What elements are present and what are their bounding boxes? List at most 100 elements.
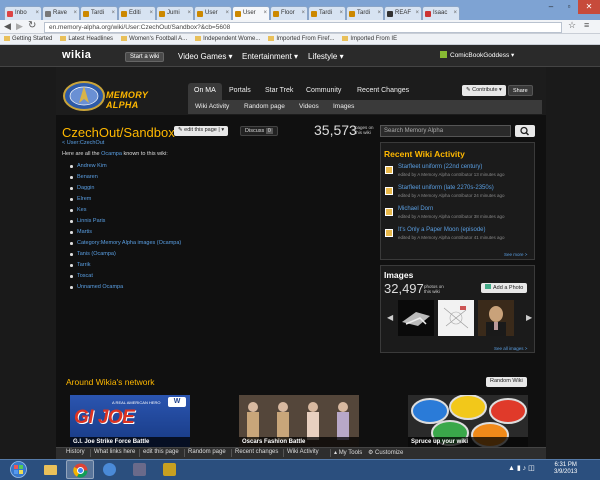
subnav-random-page[interactable]: Random page — [244, 103, 285, 110]
promo-oscars[interactable]: Oscars Fashion Battle — [239, 395, 359, 447]
browser-tab[interactable]: Tardi × — [308, 6, 346, 20]
reload-icon[interactable]: ↻ — [28, 20, 36, 31]
browser-tab[interactable]: Floor × — [270, 6, 308, 20]
back-icon[interactable]: ◀ — [4, 21, 11, 32]
toolbar-item[interactable]: edit this page — [143, 449, 179, 455]
image-thumbnail[interactable] — [438, 300, 474, 336]
browser-tab[interactable]: Isaac × — [422, 6, 460, 20]
tab-star-trek[interactable]: Star Trek — [265, 87, 293, 94]
browser-tab[interactable]: Inbo × — [4, 6, 42, 20]
memory-alpha-logo[interactable]: MEMORY ALPHA — [62, 78, 180, 114]
wikia-logo[interactable]: wikia — [62, 49, 91, 61]
breadcrumb[interactable]: < User:CzechOut — [62, 140, 104, 146]
close-tab-icon[interactable]: × — [73, 10, 77, 16]
close-tab-icon[interactable]: × — [187, 10, 191, 16]
bookmark-item[interactable]: Imported From Firef... — [268, 36, 334, 42]
browser-tab[interactable]: Rave × — [42, 6, 80, 20]
ocampa-link[interactable]: Ocampa — [101, 151, 122, 157]
clock[interactable]: 6:31 PM 3/9/2013 — [554, 462, 577, 476]
toolbar-item[interactable]: History — [66, 449, 85, 455]
maximize-button[interactable]: ▫ — [560, 0, 578, 14]
address-bar[interactable]: en.memory-alpha.org/wiki/User:CzechOut/S… — [44, 22, 562, 33]
bookmark-item[interactable]: Women's Football A... — [121, 36, 187, 42]
browser-tab[interactable]: Tardi × — [80, 6, 118, 20]
see-all-images-link[interactable]: See all images > — [494, 346, 527, 351]
list-item[interactable]: Elrem — [70, 196, 181, 207]
bookmark-item[interactable]: Independent Wome... — [195, 36, 260, 42]
tab-community[interactable]: Community — [306, 87, 341, 94]
close-tab-icon[interactable]: × — [149, 10, 153, 16]
forward-icon[interactable]: ▶ — [16, 21, 23, 32]
list-item[interactable]: Tanis (Ocampa) — [70, 251, 181, 262]
promo-gi-joe[interactable]: GI JOE A REAL AMERICAN HERO W G.I. Joe S… — [70, 395, 190, 447]
edit-page-button[interactable]: ✎ edit this page | ▾ — [174, 126, 229, 136]
browser-tab[interactable]: User × — [194, 6, 232, 20]
list-item[interactable]: Toscat — [70, 273, 181, 284]
close-tab-icon[interactable]: × — [453, 10, 457, 16]
close-tab-icon[interactable]: × — [35, 10, 39, 16]
image-thumbnail[interactable] — [398, 300, 434, 336]
bookmark-item[interactable]: Latest Headlines — [60, 36, 113, 42]
nav-entertainment[interactable]: Entertainment ▾ — [242, 52, 298, 61]
star-icon[interactable]: ☆ — [568, 20, 576, 31]
tab-portals[interactable]: Portals — [229, 87, 251, 94]
carousel-prev-icon[interactable]: ◀ — [387, 313, 393, 322]
subnav-wiki-activity[interactable]: Wiki Activity — [195, 103, 229, 110]
close-tab-icon[interactable]: × — [377, 10, 381, 16]
start-wiki-button[interactable]: Start a wiki — [125, 52, 165, 62]
discuss-button[interactable]: Discuss 0 — [240, 126, 278, 136]
nav-video-games[interactable]: Video Games ▾ — [178, 52, 233, 61]
browser-tab[interactable]: Jumi × — [156, 6, 194, 20]
list-item[interactable]: Daggin — [70, 185, 181, 196]
toolbar-item[interactable]: What links here — [94, 449, 135, 455]
activity-item-title[interactable]: It's Only a Paper Moon (episode) — [398, 227, 486, 233]
minimize-button[interactable]: – — [542, 0, 560, 14]
user-menu[interactable]: ComicBookGoddess ▾ — [440, 51, 514, 59]
promo-spruce[interactable]: Spruce up your wiki — [408, 395, 528, 447]
close-tab-icon[interactable]: × — [339, 10, 343, 16]
toolbar-item[interactable]: Recent changes — [235, 449, 278, 455]
list-item[interactable]: Martis — [70, 229, 181, 240]
tab-recent-changes[interactable]: Recent Changes — [357, 87, 409, 94]
search-button[interactable] — [515, 125, 535, 137]
bookmark-item[interactable]: Imported From IE — [342, 36, 397, 42]
share-button[interactable]: Share — [508, 85, 533, 96]
subnav-images[interactable]: Images — [333, 103, 354, 110]
chrome-taskbar-icon[interactable] — [66, 460, 94, 479]
list-item[interactable]: Linnis Paris — [70, 218, 181, 229]
add-photo-button[interactable]: Add a Photo — [481, 283, 528, 293]
browser-tab[interactable]: Tardi × — [346, 6, 384, 20]
contribute-button[interactable]: ✎ Contribute ▾ — [462, 85, 506, 96]
close-window-button[interactable]: ✕ — [578, 0, 600, 14]
browser-tab[interactable]: REAF × — [384, 6, 422, 20]
browser-tab[interactable]: User × — [232, 6, 270, 20]
list-item[interactable]: Benaren — [70, 174, 181, 185]
activity-item-title[interactable]: Starfleet uniform (late 2270s-2350s) — [398, 185, 494, 191]
app-taskbar-icon[interactable] — [96, 460, 124, 479]
system-tray[interactable]: ▲ ▮ ♪ ◫ — [508, 464, 535, 472]
subnav-videos[interactable]: Videos — [299, 103, 319, 110]
start-button[interactable] — [10, 461, 27, 478]
list-item[interactable]: Unnamed Ocampa — [70, 284, 181, 295]
close-tab-icon[interactable]: × — [225, 10, 229, 16]
activity-item-title[interactable]: Michael Dorn — [398, 206, 433, 212]
toolbar-item[interactable]: Wiki Activity — [287, 449, 319, 455]
activity-item-title[interactable]: Starfleet uniform (22nd century) — [398, 164, 482, 170]
close-tab-icon[interactable]: × — [263, 10, 267, 16]
list-item[interactable]: Category:Memory Alpha images (Ocampa) — [70, 240, 181, 251]
see-more-link[interactable]: See more > — [504, 252, 527, 257]
list-item[interactable]: Tarrik — [70, 262, 181, 273]
menu-icon[interactable]: ≡ — [584, 20, 589, 30]
explorer-taskbar-icon[interactable] — [36, 460, 64, 479]
toolbar-item[interactable]: Random page — [188, 449, 226, 455]
toolbar-item[interactable]: ⚙ Customize — [368, 449, 403, 456]
list-item[interactable]: Kes — [70, 207, 181, 218]
bookmark-item[interactable]: Getting Started — [4, 36, 52, 42]
close-tab-icon[interactable]: × — [111, 10, 115, 16]
random-wiki-button[interactable]: Random Wiki — [486, 377, 527, 387]
nav-lifestyle[interactable]: Lifestyle ▾ — [308, 52, 344, 61]
image-thumbnail[interactable] — [478, 300, 514, 336]
browser-tab[interactable]: Editi × — [118, 6, 156, 20]
tab-on-ma[interactable]: On MA — [188, 83, 222, 100]
carousel-next-icon[interactable]: ▶ — [526, 313, 532, 322]
